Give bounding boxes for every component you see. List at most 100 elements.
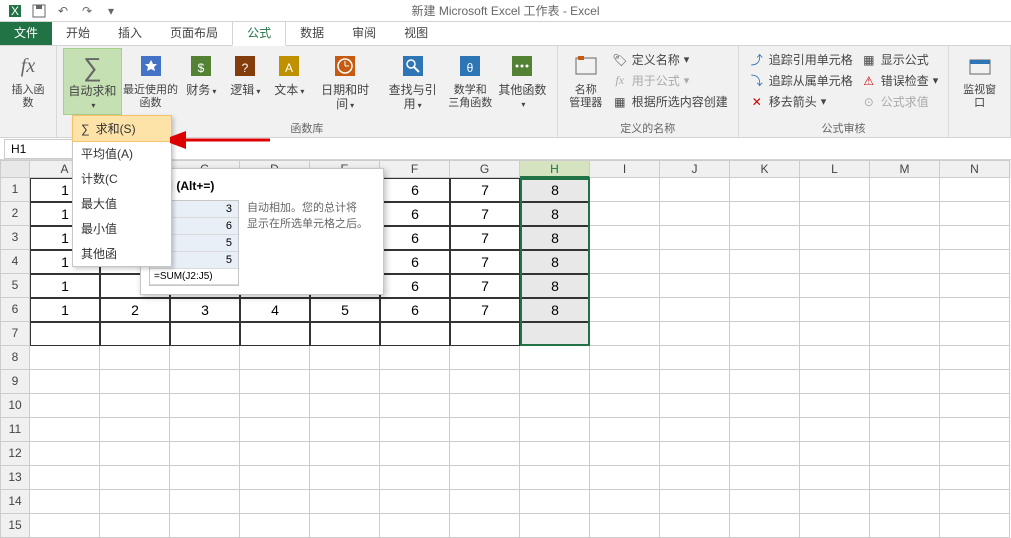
- row-header[interactable]: 13: [0, 466, 30, 490]
- cell[interactable]: [170, 394, 240, 418]
- cell[interactable]: [730, 250, 800, 274]
- col-header[interactable]: K: [730, 160, 800, 178]
- cell[interactable]: [170, 490, 240, 514]
- excel-icon[interactable]: X: [4, 2, 26, 20]
- cell[interactable]: 6: [380, 274, 450, 298]
- cell[interactable]: [380, 442, 450, 466]
- trace-dependents-button[interactable]: ⤵追踪从属单元格: [745, 71, 857, 90]
- cell[interactable]: [940, 514, 1010, 538]
- cell[interactable]: 6: [380, 202, 450, 226]
- cell[interactable]: [520, 370, 590, 394]
- cell[interactable]: [870, 346, 940, 370]
- cell[interactable]: [660, 250, 730, 274]
- cell[interactable]: [730, 322, 800, 346]
- cell[interactable]: 8: [520, 202, 590, 226]
- dropdown-item-sum[interactable]: ∑求和(S): [72, 115, 172, 142]
- use-in-formula-button[interactable]: fx用于公式 ▾: [608, 71, 732, 90]
- cell[interactable]: [800, 346, 870, 370]
- cell[interactable]: [590, 490, 660, 514]
- cell[interactable]: [870, 514, 940, 538]
- cell[interactable]: 6: [380, 178, 450, 202]
- cell[interactable]: [380, 394, 450, 418]
- tab-formula[interactable]: 公式: [232, 19, 286, 46]
- cell[interactable]: [170, 322, 240, 346]
- cell[interactable]: [450, 394, 520, 418]
- cell[interactable]: [310, 466, 380, 490]
- cell[interactable]: [730, 514, 800, 538]
- dropdown-item-max[interactable]: 最大值: [73, 191, 171, 216]
- row-header[interactable]: 4: [0, 250, 30, 274]
- cell[interactable]: [590, 274, 660, 298]
- row-header[interactable]: 5: [0, 274, 30, 298]
- col-header[interactable]: J: [660, 160, 730, 178]
- cell[interactable]: [940, 202, 1010, 226]
- row-header[interactable]: 8: [0, 346, 30, 370]
- cell[interactable]: [240, 418, 310, 442]
- cell[interactable]: [730, 370, 800, 394]
- cell[interactable]: [870, 226, 940, 250]
- cell[interactable]: [170, 370, 240, 394]
- cell[interactable]: [940, 274, 1010, 298]
- cell[interactable]: [940, 226, 1010, 250]
- cell[interactable]: [940, 298, 1010, 322]
- cell[interactable]: [800, 370, 870, 394]
- col-header[interactable]: F: [380, 160, 450, 178]
- cell[interactable]: [170, 346, 240, 370]
- cell[interactable]: [380, 370, 450, 394]
- cell[interactable]: [240, 370, 310, 394]
- watch-window-button[interactable]: 监视窗口: [955, 48, 1004, 112]
- cell[interactable]: [590, 370, 660, 394]
- cell[interactable]: [380, 346, 450, 370]
- cell[interactable]: [870, 418, 940, 442]
- redo-icon[interactable]: ↷: [76, 2, 98, 20]
- cell[interactable]: [240, 514, 310, 538]
- create-from-selection-button[interactable]: ▦根据所选内容创建: [608, 92, 732, 111]
- cell[interactable]: 3: [170, 298, 240, 322]
- cell[interactable]: [380, 490, 450, 514]
- cell[interactable]: 7: [450, 226, 520, 250]
- cell[interactable]: [800, 274, 870, 298]
- row-header[interactable]: 2: [0, 202, 30, 226]
- row-header[interactable]: 14: [0, 490, 30, 514]
- dropdown-item-count[interactable]: 计数(C: [73, 166, 171, 191]
- cell[interactable]: [940, 346, 1010, 370]
- cell[interactable]: [450, 514, 520, 538]
- cell[interactable]: [450, 370, 520, 394]
- cell[interactable]: [870, 466, 940, 490]
- remove-arrows-button[interactable]: ✕移去箭头 ▾: [745, 92, 857, 111]
- cell[interactable]: [870, 322, 940, 346]
- dropdown-item-min[interactable]: 最小值: [73, 216, 171, 241]
- cell[interactable]: [660, 514, 730, 538]
- cell[interactable]: [590, 394, 660, 418]
- cell[interactable]: [660, 274, 730, 298]
- cell[interactable]: [520, 490, 590, 514]
- show-formulas-button[interactable]: ▦显示公式: [857, 50, 943, 69]
- row-header[interactable]: 1: [0, 178, 30, 202]
- datetime-button[interactable]: 日期和时间▾: [311, 48, 379, 115]
- cell[interactable]: [590, 226, 660, 250]
- cell[interactable]: [30, 370, 100, 394]
- cell[interactable]: [30, 490, 100, 514]
- dropdown-item-other[interactable]: 其他函: [73, 241, 171, 266]
- cell[interactable]: [590, 178, 660, 202]
- col-header[interactable]: I: [590, 160, 660, 178]
- cell[interactable]: [870, 394, 940, 418]
- cell[interactable]: [450, 466, 520, 490]
- cell[interactable]: [100, 418, 170, 442]
- cell[interactable]: [450, 322, 520, 346]
- cell[interactable]: [100, 370, 170, 394]
- cell[interactable]: [870, 178, 940, 202]
- cell[interactable]: [590, 466, 660, 490]
- cell[interactable]: [800, 442, 870, 466]
- cell[interactable]: [240, 394, 310, 418]
- row-header[interactable]: 7: [0, 322, 30, 346]
- cell[interactable]: [730, 298, 800, 322]
- cell[interactable]: [450, 346, 520, 370]
- tab-review[interactable]: 审阅: [338, 20, 390, 45]
- cell[interactable]: [800, 250, 870, 274]
- cell[interactable]: [170, 466, 240, 490]
- cell[interactable]: [870, 274, 940, 298]
- cell[interactable]: [800, 322, 870, 346]
- cell[interactable]: [660, 418, 730, 442]
- cell[interactable]: [660, 178, 730, 202]
